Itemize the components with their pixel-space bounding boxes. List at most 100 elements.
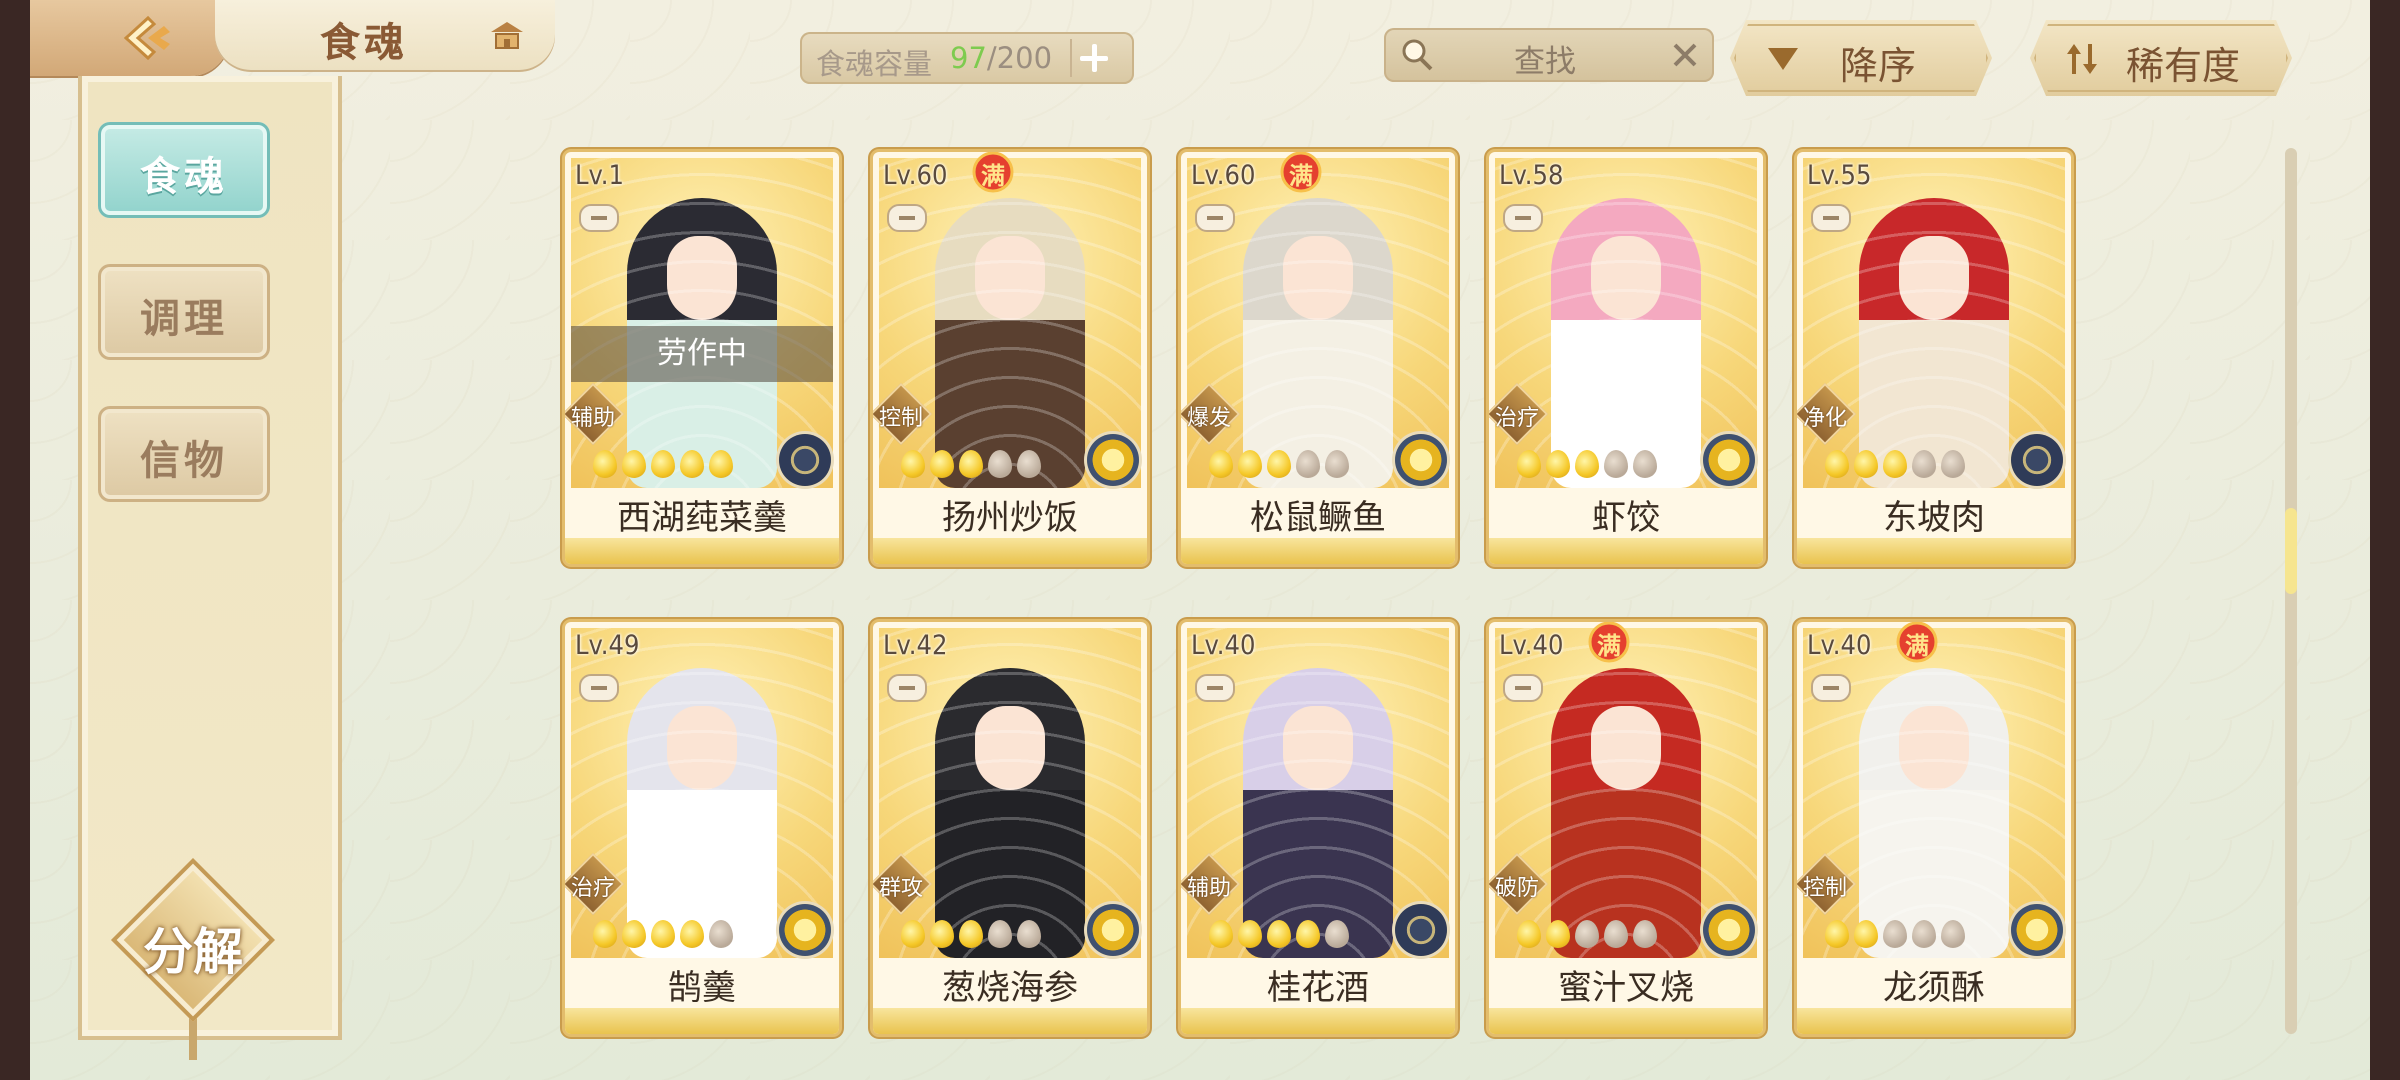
role-badge: 破防 — [1489, 852, 1549, 916]
role-label: 爆发 — [1186, 406, 1231, 431]
role-badge: 净化 — [1797, 382, 1857, 446]
character-face — [975, 706, 1045, 790]
decompose-button[interactable]: 分解 — [110, 857, 276, 1023]
tab-conditioning[interactable]: 调理 — [98, 264, 270, 360]
star-icon — [709, 920, 733, 948]
star-icon — [1267, 450, 1291, 478]
sort-order-button[interactable]: 降序 — [1730, 20, 1992, 96]
status-overlay: 劳作中 — [571, 326, 833, 382]
sort-by-button[interactable]: 稀有度 — [2030, 20, 2292, 96]
star-icon — [1912, 920, 1936, 948]
star-icon — [1604, 920, 1628, 948]
role-badge: 辅助 — [1181, 852, 1241, 916]
character-figure — [627, 668, 777, 958]
star-icon — [1854, 920, 1878, 948]
star-icon — [651, 450, 675, 478]
star-rating — [1825, 450, 1970, 484]
star-rating — [1825, 920, 1970, 954]
star-icon — [1209, 920, 1233, 948]
star-icon — [930, 450, 954, 478]
search-input[interactable]: 查找 — [1384, 28, 1714, 82]
star-icon — [988, 920, 1012, 948]
role-badge: 群攻 — [873, 852, 933, 916]
back-button[interactable] — [118, 12, 180, 64]
star-rating — [901, 920, 1046, 954]
food-soul-card[interactable]: Lv.42 群攻 葱烧海参 — [873, 622, 1147, 1034]
tab-token[interactable]: 信物 — [98, 406, 270, 502]
food-soul-card[interactable]: Lv.60 满控制 扬州炒饭 — [873, 152, 1147, 564]
card-footer-bar — [1797, 538, 2071, 564]
lock-toggle[interactable] — [1811, 674, 1851, 702]
card-name: 桂花酒 — [1267, 968, 1369, 1008]
star-icon — [1883, 920, 1907, 948]
lock-toggle[interactable] — [1811, 204, 1851, 232]
star-icon — [1633, 920, 1657, 948]
food-soul-card[interactable]: Lv.58 治疗 虾饺 — [1489, 152, 1763, 564]
food-soul-card[interactable]: Lv.40 满破防 蜜汁叉烧 — [1489, 622, 1763, 1034]
lock-toggle[interactable] — [1503, 674, 1543, 702]
role-label: 辅助 — [570, 406, 615, 431]
character-figure — [935, 668, 1085, 958]
element-flower-icon — [1395, 434, 1447, 486]
element-flower-icon — [1395, 904, 1447, 956]
food-soul-card[interactable]: Lv.60 满爆发 松鼠鳜鱼 — [1181, 152, 1455, 564]
star-icon — [1941, 450, 1965, 478]
card-footer-bar — [1489, 538, 1763, 564]
clear-search-icon[interactable] — [1670, 40, 1700, 70]
role-label: 治疗 — [1494, 406, 1539, 431]
character-face — [1283, 236, 1353, 320]
lock-toggle[interactable] — [1195, 674, 1235, 702]
star-icon — [1546, 920, 1570, 948]
max-badge-label: 满 — [981, 162, 1005, 190]
scrollbar-thumb[interactable] — [2285, 508, 2297, 594]
star-icon — [1017, 920, 1041, 948]
lock-toggle[interactable] — [1195, 204, 1235, 232]
level-label: Lv.42 — [883, 630, 948, 661]
level-label: Lv.40 — [1499, 630, 1564, 661]
game-screen: 食魂 食魂容量 97/200 查找 降序 稀有度 食魂 调理 信物 分解 Lv.… — [30, 0, 2370, 1080]
soul-capacity: 食魂容量 97/200 — [800, 32, 1134, 84]
star-icon — [959, 920, 983, 948]
home-icon[interactable] — [487, 16, 527, 56]
tab-label: 食魂 — [140, 153, 228, 200]
scrollbar[interactable] — [2285, 148, 2297, 1034]
star-icon — [1854, 450, 1878, 478]
card-name: 虾饺 — [1592, 498, 1660, 538]
capacity-value: 97/200 — [950, 41, 1052, 75]
card-footer-bar — [1797, 1008, 2071, 1034]
level-label: Lv.40 — [1191, 630, 1256, 661]
food-soul-card[interactable]: Lv.1 劳作中 辅助 西湖莼菜羹 — [565, 152, 839, 564]
card-name: 东坡肉 — [1883, 498, 1985, 538]
max-badge-label: 满 — [1289, 162, 1313, 190]
star-icon — [1325, 450, 1349, 478]
role-label: 控制 — [1802, 876, 1847, 901]
character-figure — [1243, 668, 1393, 958]
food-soul-card[interactable]: Lv.49 治疗 鹄羹 — [565, 622, 839, 1034]
card-name: 西湖莼菜羹 — [617, 498, 787, 538]
character-face — [1591, 236, 1661, 320]
lock-toggle[interactable] — [887, 204, 927, 232]
card-footer-bar — [873, 538, 1147, 564]
star-icon — [593, 450, 617, 478]
food-soul-card[interactable]: Lv.55 净化 东坡肉 — [1797, 152, 2071, 564]
capacity-label: 食魂容量 — [816, 47, 933, 81]
star-icon — [901, 450, 925, 478]
add-capacity-button[interactable] — [1070, 39, 1114, 77]
food-soul-card[interactable]: Lv.40 辅助桂花酒 — [1181, 622, 1455, 1034]
lock-toggle[interactable] — [579, 674, 619, 702]
card-footer-bar — [1489, 1008, 1763, 1034]
element-flower-icon — [2011, 904, 2063, 956]
star-icon — [1604, 450, 1628, 478]
food-soul-card[interactable]: Lv.40 满控制 龙须酥 — [1797, 622, 2071, 1034]
lock-toggle[interactable] — [579, 204, 619, 232]
element-flower-icon — [1087, 904, 1139, 956]
star-icon — [1825, 450, 1849, 478]
star-rating — [1517, 920, 1662, 954]
max-badge: 满 — [971, 152, 1015, 194]
decompose-label: 分解 — [143, 922, 243, 981]
max-badge-label: 满 — [1597, 632, 1621, 660]
star-rating — [1209, 450, 1354, 484]
tab-food-soul[interactable]: 食魂 — [98, 122, 270, 218]
lock-toggle[interactable] — [887, 674, 927, 702]
lock-toggle[interactable] — [1503, 204, 1543, 232]
